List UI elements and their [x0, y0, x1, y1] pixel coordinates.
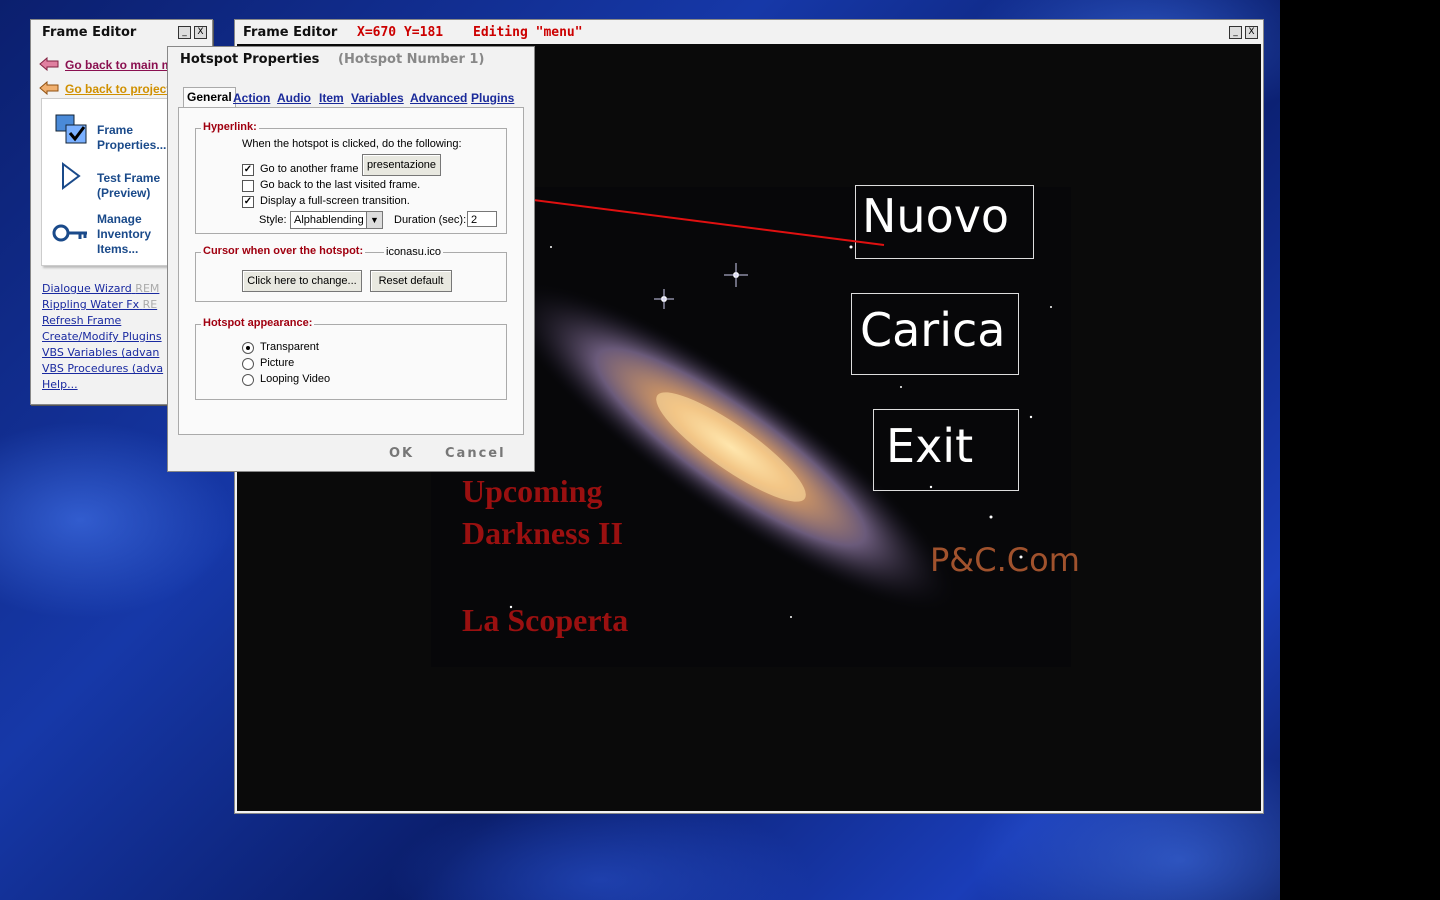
change-cursor-button[interactable]: Click here to change...: [242, 270, 362, 292]
style-label: Style:: [259, 214, 287, 226]
tab-general[interactable]: General: [183, 87, 236, 108]
chevron-down-icon[interactable]: ▼: [366, 212, 382, 228]
hotspot-properties-dialog: Hotspot Properties (Hotspot Number 1) Ge…: [167, 46, 535, 472]
reset-cursor-button[interactable]: Reset default: [370, 270, 452, 292]
go-back-label: Go back to the last visited frame.: [260, 179, 421, 191]
transparent-radio[interactable]: [242, 342, 254, 354]
tab-plugins[interactable]: Plugins: [471, 91, 514, 105]
goto-frame-label: Go to another frame: [260, 163, 359, 175]
tab-item[interactable]: Item: [319, 91, 344, 105]
tab-action[interactable]: Action: [233, 91, 270, 105]
transition-style-select[interactable]: Alphablending ▼: [290, 211, 383, 229]
looping-video-radio[interactable]: [242, 374, 254, 386]
duration-input[interactable]: 2: [467, 211, 497, 227]
tab-advanced[interactable]: Advanced: [410, 91, 467, 105]
picture-label: Picture: [260, 357, 295, 369]
target-frame-button[interactable]: presentazione: [362, 154, 441, 176]
dialog-subtitle: (Hotspot Number 1): [338, 52, 485, 67]
transparent-label: Transparent: [260, 341, 319, 353]
fullscreen-transition-label: Display a full-screen transition.: [260, 195, 410, 207]
hyperlink-instruction: When the hotspot is clicked, do the foll…: [242, 138, 462, 150]
go-back-checkbox[interactable]: [242, 180, 254, 192]
cancel-button[interactable]: Cancel: [445, 446, 506, 461]
duration-label: Duration (sec):: [394, 214, 467, 226]
tab-content-general: Hyperlink: When the hotspot is clicked, …: [178, 107, 524, 435]
picture-radio[interactable]: [242, 358, 254, 370]
ok-button[interactable]: OK: [389, 446, 414, 461]
cursor-group-label: Cursor when over the hotspot:: [201, 245, 366, 257]
goto-frame-checkbox[interactable]: ✓: [242, 164, 254, 176]
looping-video-label: Looping Video: [260, 373, 331, 385]
fullscreen-transition-checkbox[interactable]: ✓: [242, 196, 254, 208]
hyperlink-group-label: Hyperlink:: [201, 121, 259, 133]
dialog-title: Hotspot Properties: [180, 52, 320, 67]
tab-audio[interactable]: Audio: [277, 91, 311, 105]
style-select-value: Alphablending: [294, 214, 364, 226]
cursor-file-name: iconasu.ico: [384, 246, 444, 258]
tab-variables[interactable]: Variables: [351, 91, 404, 105]
appearance-group-label: Hotspot appearance:: [201, 317, 315, 329]
